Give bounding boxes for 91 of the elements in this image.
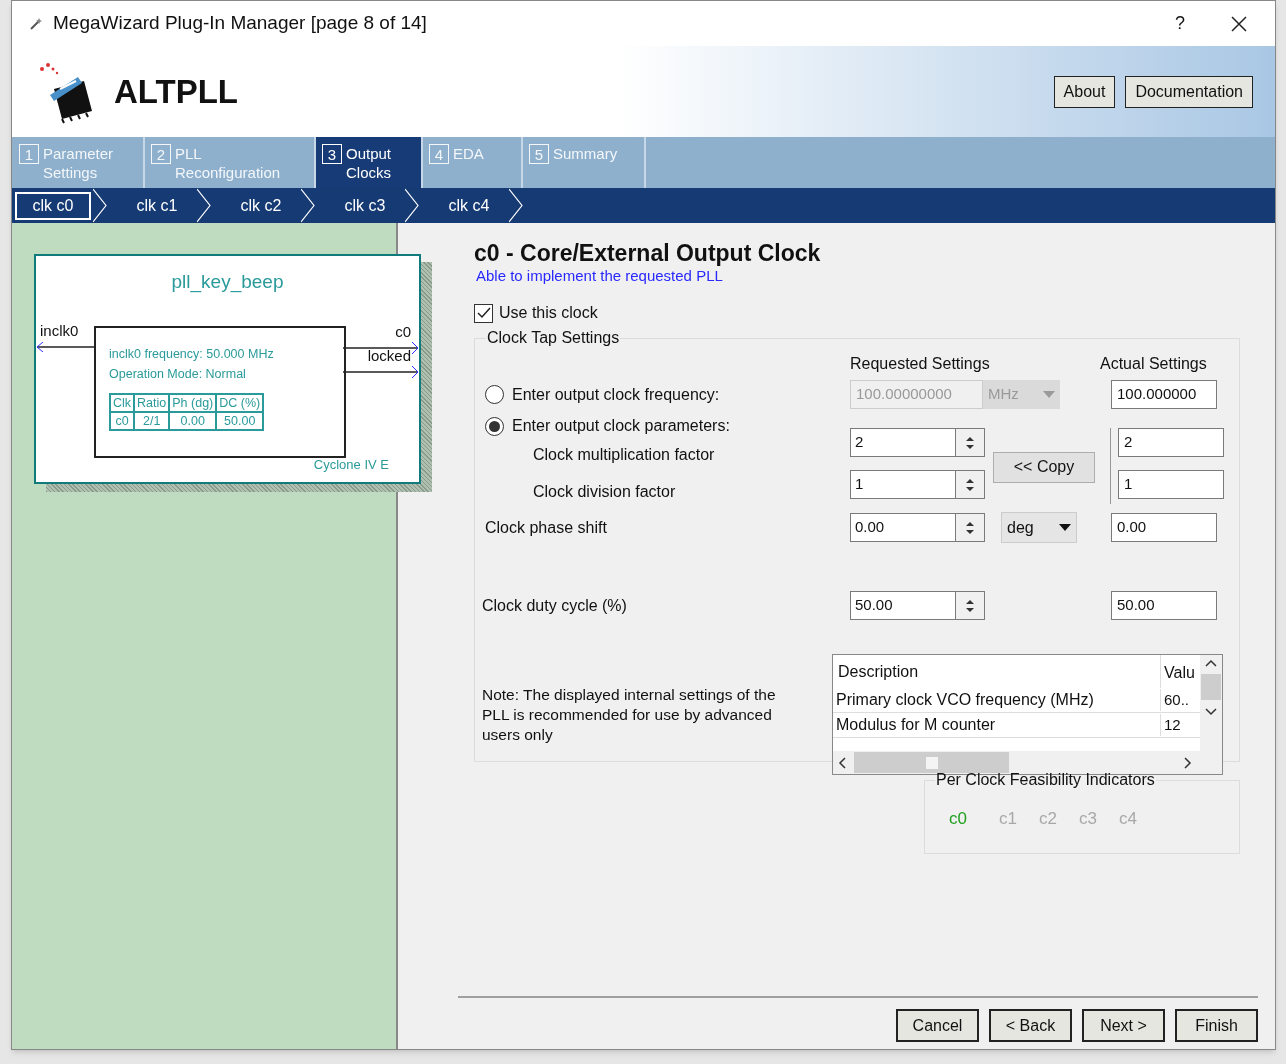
group-title: Clock Tap Settings [486, 328, 621, 348]
table-cell: 2/1 [134, 412, 170, 430]
wand-icon [29, 16, 43, 31]
wizard-button[interactable]: Cancel [896, 1009, 979, 1042]
table-cell-text: Modulus for M counter [835, 715, 997, 735]
scroll-down-icon[interactable] [1205, 708, 1217, 716]
table-header-cell: Ratio [134, 394, 170, 412]
feasibility-indicator: c0 [949, 808, 968, 830]
actual-value-field[interactable]: 1 [1118, 470, 1224, 499]
clock-tab[interactable]: clk c2 [223, 191, 299, 220]
number-field[interactable]: 0.00 [850, 513, 956, 542]
caret-icon [1059, 524, 1071, 531]
feasibility-indicator: c4 [1118, 808, 1137, 830]
pll-info-text: Operation Mode: Normal [109, 366, 247, 383]
spin-arrows-icon [965, 519, 975, 536]
module-name: pll_key_beep [170, 270, 285, 295]
port-label: inclk0 [40, 322, 79, 340]
port-label: locked [367, 347, 411, 365]
unit-dropdown[interactable]: deg [1001, 512, 1077, 543]
product-name: ALTPLL [114, 71, 239, 112]
port-label: c0 [395, 323, 411, 341]
table-cell: 50.00 [216, 412, 264, 430]
clock-tab[interactable]: clk c3 [327, 191, 403, 220]
clock-tab[interactable]: clk c4 [431, 191, 507, 220]
spin-button[interactable] [956, 591, 985, 620]
chevron-icon [509, 188, 523, 223]
header-button[interactable]: Documentation [1125, 75, 1253, 108]
spin-arrows-icon [965, 597, 975, 614]
column-heading: Actual Settings [1100, 354, 1207, 374]
table-cell: c0 [110, 412, 135, 430]
wizard-button[interactable]: Next > [1082, 1009, 1165, 1042]
chevron-icon [93, 188, 107, 223]
column-heading: Requested Settings [850, 354, 991, 374]
clock-tab[interactable]: clk c1 [119, 191, 195, 220]
scroll-right-icon[interactable] [1184, 756, 1192, 769]
help-button[interactable]: ? [1175, 10, 1185, 37]
note-text: Note: The displayed internal settings of the PLL is recommended for use by advanced users only [482, 684, 777, 745]
table-header-cell: Clk [110, 394, 135, 412]
pll-info-text: inclk0 frequency: 50.000 MHz [109, 346, 275, 363]
chevron-icon [197, 188, 211, 223]
wizard-button[interactable]: Finish [1175, 1009, 1258, 1042]
field-label: Clock multiplication factor [533, 445, 716, 465]
table-header-cell: Ph (dg) [169, 394, 217, 412]
wizard-tab[interactable]: 3 Output Clocks [316, 137, 423, 188]
spin-arrows-icon [965, 476, 975, 493]
checkbox[interactable] [474, 303, 493, 323]
clock-tab[interactable]: clk c0 [15, 191, 91, 220]
chevron-icon [301, 188, 315, 223]
section-title: c0 - Core/External Output Clock [474, 239, 822, 267]
group-title: Per Clock Feasibility Indicators [935, 770, 1156, 790]
scroll-up-icon[interactable] [1205, 659, 1217, 667]
horizontal-scrollbar[interactable] [833, 751, 1222, 774]
table-cell: 0.00 [169, 412, 217, 430]
checkmark-icon [476, 307, 491, 319]
actual-value-field[interactable]: 2 [1118, 428, 1224, 457]
device-label: Cyclone IV E [313, 455, 389, 474]
close-icon[interactable] [1231, 15, 1247, 32]
actual-value-field[interactable]: 0.00 [1111, 513, 1217, 542]
feasibility-indicator: c2 [1038, 808, 1057, 830]
feasibility-indicator: c3 [1078, 808, 1097, 830]
feasibility-indicator: c1 [998, 808, 1017, 830]
field-label: Clock division factor [533, 482, 677, 502]
number-field[interactable]: 1 [850, 470, 956, 499]
field-label: Clock phase shift [485, 517, 608, 538]
spin-button[interactable] [956, 513, 985, 542]
column-header: Description [837, 661, 920, 682]
status-message: Able to implement the requested PLL [476, 267, 724, 284]
scroll-left-icon[interactable] [838, 756, 846, 769]
radio-button[interactable] [485, 416, 504, 436]
wizard-button[interactable]: < Back [989, 1009, 1072, 1042]
chevron-icon [405, 188, 419, 223]
caret-icon [1043, 391, 1055, 398]
scrollbar-thumb[interactable] [854, 752, 1009, 773]
field-label: Clock duty cycle (%) [482, 595, 628, 616]
number-field[interactable]: 50.00 [850, 591, 956, 620]
vertical-scrollbar[interactable] [1200, 655, 1222, 751]
copy-button[interactable]: << Copy [993, 451, 1095, 483]
spin-button[interactable] [956, 470, 985, 499]
radio-label: Enter output clock parameters: [512, 416, 730, 436]
radio-label: Enter output clock frequency: [512, 384, 720, 405]
table-cell-text: Primary clock VCO frequency (MHz) [835, 690, 1095, 710]
spin-arrows-icon [965, 434, 975, 451]
grip-icon [925, 756, 938, 769]
window-title: MegaWizard Plug-In Manager [page 8 of 14] [53, 11, 427, 36]
checkbox-label: Use this clock [499, 303, 598, 323]
spin-button[interactable] [956, 428, 985, 457]
table-header-cell: DC (%) [216, 394, 264, 412]
scrollbar-thumb[interactable] [1201, 674, 1221, 700]
actual-value-field[interactable]: 50.00 [1111, 591, 1217, 620]
header-button[interactable]: About [1053, 75, 1116, 108]
number-field[interactable]: 2 [850, 428, 956, 457]
